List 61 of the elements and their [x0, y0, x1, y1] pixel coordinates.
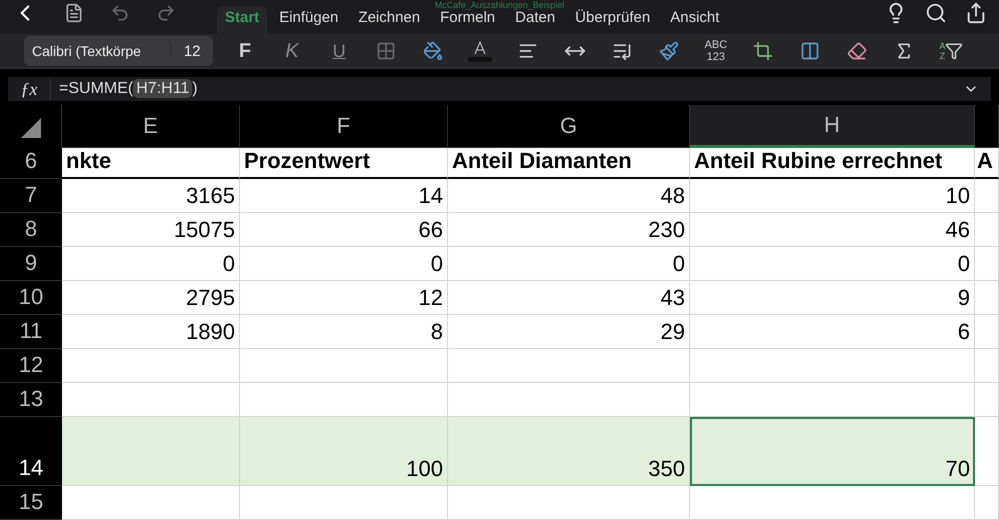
column-header[interactable]: E	[62, 105, 240, 148]
column-title-cell: A	[975, 148, 999, 179]
table-cell: 3165	[62, 179, 240, 213]
select-all-icon[interactable]	[20, 118, 40, 138]
file-icon[interactable]	[64, 3, 84, 23]
table-cell: 70	[690, 417, 975, 486]
window-title: McCafe_Auszahlungen_Beispiel	[434, 0, 566, 10]
table-cell: 1890	[62, 315, 240, 349]
table-cell: 66	[240, 213, 448, 247]
table-cell: 14	[240, 179, 448, 213]
sort-filter-button[interactable]: A Z	[928, 34, 975, 68]
table-cell: 48	[448, 179, 690, 213]
redo-icon[interactable]	[156, 3, 176, 23]
table-cell: 29	[448, 315, 690, 349]
ribbon-tab[interactable]: Einfügen	[271, 6, 346, 34]
filter-icon	[945, 42, 964, 60]
column-title-cell: Prozentwert	[240, 148, 448, 179]
fill-color-icon	[423, 41, 444, 62]
columns-icon	[800, 41, 820, 62]
brush-icon	[658, 41, 679, 62]
table-cell: 15075	[62, 213, 240, 247]
table-cell: 12	[240, 281, 448, 315]
column-header[interactable]: F	[240, 105, 448, 148]
share-icon[interactable]	[965, 2, 987, 24]
number-format-button[interactable]: ABC 123	[692, 34, 740, 68]
column-title-cell: nkte	[62, 148, 240, 179]
table-cell: 8	[240, 315, 448, 349]
column-title-cell: Anteil Diamanten	[448, 148, 690, 179]
table-cell: 10	[690, 179, 975, 213]
ribbon-tab[interactable]: Ansicht	[662, 6, 728, 34]
italic-button[interactable]: K	[268, 34, 316, 68]
crop-icon	[752, 41, 773, 62]
table-cell: 0	[62, 247, 240, 281]
table-cell: 43	[448, 281, 690, 315]
formula-bar[interactable]: ƒx =SUMME( H7:H11 )	[8, 77, 991, 101]
undo-icon[interactable]	[110, 3, 130, 23]
font-field[interactable]: Calibri (Textkörpe 12	[24, 36, 214, 66]
table-cell: 2795	[62, 281, 240, 315]
bold-button[interactable]: F	[221, 34, 268, 68]
function-button[interactable]: ƒx	[8, 78, 51, 100]
formula-text: =SUMME( H7:H11 )	[59, 80, 198, 98]
table-cell: 6	[690, 315, 975, 349]
table-cell: 0	[240, 247, 448, 281]
table-cell: 0	[690, 247, 975, 281]
underline-button[interactable]: U	[316, 34, 363, 68]
eraser-icon	[847, 41, 868, 62]
column-header[interactable]: H	[690, 105, 975, 148]
borders-icon	[376, 41, 396, 62]
ribbon-tab[interactable]: Start	[217, 6, 268, 34]
table-cell: 230	[448, 213, 690, 247]
ribbon-tab[interactable]: Zeichnen	[350, 6, 428, 34]
column-header[interactable]: G	[448, 105, 690, 148]
font-color-icon	[467, 39, 494, 64]
ribbon-tab[interactable]: Überprüfen	[567, 6, 658, 34]
column-title-cell: Anteil Rubine errechnet	[690, 148, 975, 179]
table-cell: 350	[448, 417, 690, 486]
table-cell: 100	[240, 417, 448, 486]
table-cell: 46	[690, 213, 975, 247]
search-icon[interactable]	[925, 2, 947, 24]
table-cell: 9	[690, 281, 975, 315]
table-cell: 0	[448, 247, 690, 281]
